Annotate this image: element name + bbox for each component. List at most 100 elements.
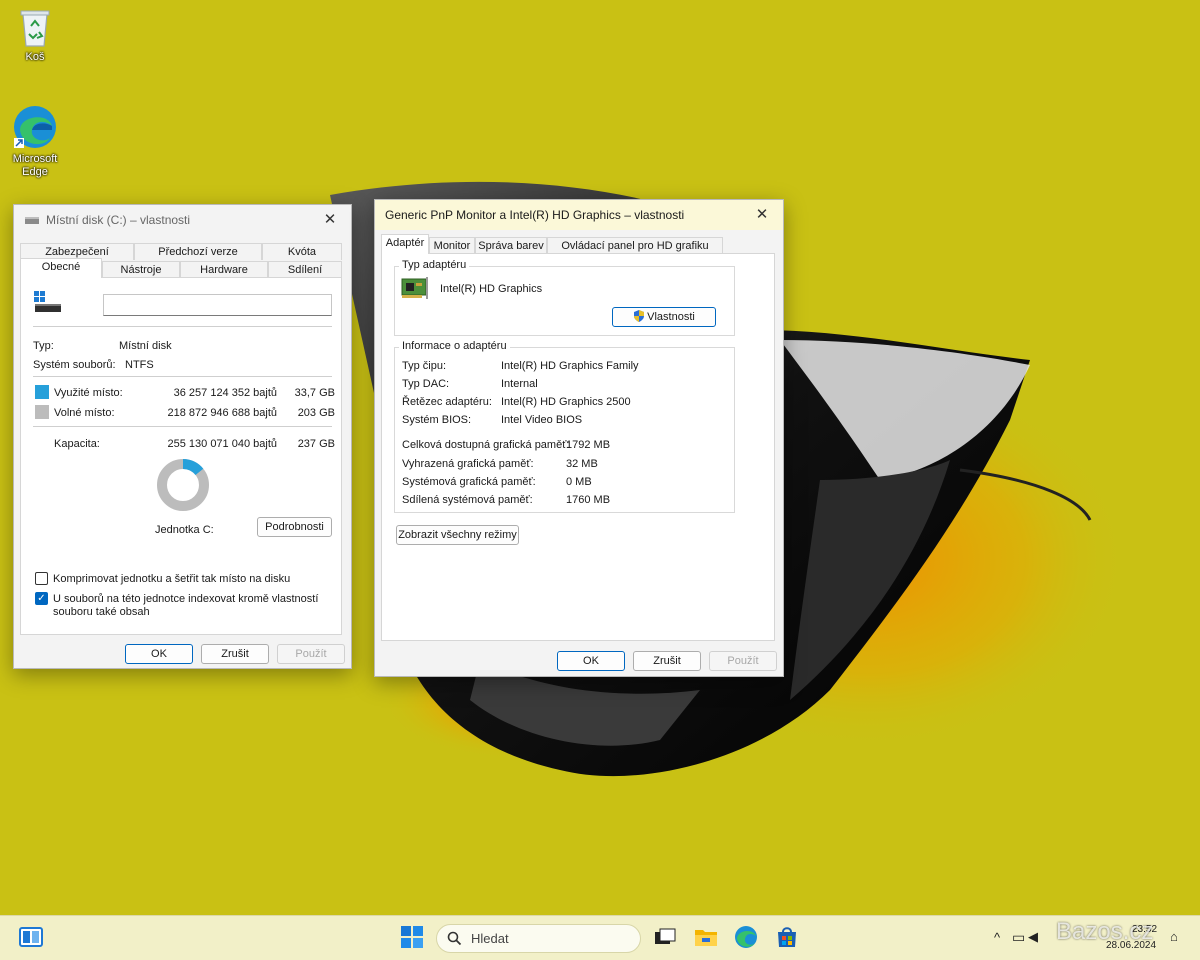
graphics-card-icon bbox=[400, 275, 430, 304]
edge-icon[interactable] bbox=[733, 924, 761, 952]
memory-label-total: Celková dostupná grafická paměť: bbox=[402, 439, 570, 451]
drive-letter-label: Jednotka C: bbox=[155, 524, 214, 536]
free-space-swatch bbox=[35, 405, 49, 419]
chevron-up-icon[interactable]: ^ bbox=[994, 930, 1000, 945]
window-title: Místní disk (C:) – vlastnosti bbox=[46, 213, 191, 227]
desktop-icon-label: Koš bbox=[25, 51, 45, 63]
drive-large-icon bbox=[33, 290, 63, 317]
network-icon[interactable]: ▭ bbox=[1012, 929, 1025, 946]
capacity-gb: 237 GB bbox=[297, 438, 335, 450]
info-value-adapter-string: Intel(R) HD Graphics 2500 bbox=[501, 396, 631, 408]
volume-icon[interactable]: ◀ bbox=[1028, 929, 1038, 945]
used-space-swatch bbox=[35, 385, 49, 399]
info-label-bios: Systém BIOS: bbox=[402, 414, 472, 426]
apply-button[interactable]: Použít bbox=[709, 651, 777, 671]
info-value-dac: Internal bbox=[501, 378, 538, 390]
cancel-button[interactable]: Zrušit bbox=[201, 644, 269, 664]
tab-kvota[interactable]: Kvóta bbox=[262, 243, 342, 260]
group-title: Typ adaptéru bbox=[399, 259, 470, 271]
used-space-bytes: 36 257 124 352 bajtů bbox=[173, 387, 277, 399]
compress-checkbox[interactable] bbox=[35, 572, 48, 585]
compress-label[interactable]: Komprimovat jednotku a šetřit tak místo … bbox=[53, 573, 290, 585]
type-label: Typ: bbox=[33, 340, 54, 352]
ok-button[interactable]: OK bbox=[557, 651, 625, 671]
adapter-properties-window: Generic PnP Monitor a Intel(R) HD Graphi… bbox=[374, 199, 784, 677]
title-bar[interactable]: Místní disk (C:) – vlastnosti ✕ bbox=[14, 205, 351, 235]
memory-value-dedicated: 32 MB bbox=[566, 458, 598, 470]
tab-color-management[interactable]: Správa barev bbox=[475, 237, 547, 254]
notification-bell-icon[interactable]: ⌂ bbox=[1170, 929, 1178, 944]
details-button[interactable]: Podrobnosti bbox=[257, 517, 332, 537]
adapter-name: Intel(R) HD Graphics bbox=[440, 283, 543, 295]
desktop-icon-recycle-bin[interactable]: Koš bbox=[0, 8, 70, 64]
tab-monitor[interactable]: Monitor bbox=[429, 237, 475, 254]
group-title: Informace o adaptéru bbox=[399, 340, 510, 352]
tab-intel-control-panel[interactable]: Ovládací panel pro HD grafiku Intel® bbox=[547, 237, 723, 268]
taskbar: Hledat ^ ▭ ◀ 23:52 28.06.2024 ⌂ Bazos.cz bbox=[0, 915, 1200, 960]
shield-icon bbox=[633, 310, 645, 322]
drive-name-input[interactable] bbox=[103, 294, 332, 316]
capacity-label: Kapacita: bbox=[54, 438, 100, 450]
tab-sdileni[interactable]: Sdílení bbox=[268, 261, 342, 278]
window-title: Generic PnP Monitor a Intel(R) HD Graphi… bbox=[385, 208, 685, 222]
capacity-bytes: 255 130 071 040 bajtů bbox=[167, 438, 278, 450]
memory-value-shared: 1760 MB bbox=[566, 494, 611, 506]
title-bar[interactable]: Generic PnP Monitor a Intel(R) HD Graphi… bbox=[375, 200, 783, 230]
filesystem-value: NTFS bbox=[125, 359, 154, 371]
start-icon[interactable] bbox=[399, 924, 427, 952]
filesystem-label: Systém souborů: bbox=[33, 359, 116, 371]
adapter-properties-button[interactable]: Vlastnosti bbox=[612, 307, 716, 327]
button-label: Vlastnosti bbox=[647, 311, 695, 323]
info-label-dac: Typ DAC: bbox=[402, 378, 450, 390]
task-view-icon[interactable] bbox=[652, 924, 680, 952]
disk-usage-donut bbox=[157, 459, 209, 511]
info-value-bios: Intel Video BIOS bbox=[501, 414, 583, 426]
divider bbox=[33, 326, 332, 327]
memory-value-total: 1792 MB bbox=[566, 439, 611, 451]
desktop-icon-label: Microsoft Edge bbox=[12, 153, 58, 178]
index-label-line1[interactable]: U souborů na této jednotce indexovat kro… bbox=[53, 593, 318, 605]
memory-label-shared: Sdílená systémová paměť: bbox=[402, 494, 533, 506]
free-space-label: Volné místo: bbox=[54, 407, 115, 419]
search-box[interactable]: Hledat bbox=[436, 924, 641, 953]
edge-icon bbox=[14, 106, 56, 148]
watermark: Bazos.cz bbox=[1056, 918, 1154, 945]
close-button[interactable]: ✕ bbox=[751, 204, 773, 226]
memory-label-dedicated: Vyhrazená grafická paměť: bbox=[402, 458, 534, 470]
memory-value-system: 0 MB bbox=[566, 476, 592, 488]
adapter-info-group: Informace o adaptéru Typ čipu: Intel(R) … bbox=[394, 340, 735, 513]
ok-button[interactable]: OK bbox=[125, 644, 193, 664]
info-label-chip: Typ čipu: bbox=[402, 360, 447, 372]
memory-label-system: Systémová grafická paměť: bbox=[402, 476, 536, 488]
recycle-bin-icon bbox=[20, 10, 50, 47]
general-tab-panel: Typ: Místní disk Systém souborů: NTFS Vy… bbox=[20, 277, 342, 635]
list-all-modes-button[interactable]: Zobrazit všechny režimy bbox=[396, 525, 519, 545]
index-label-line2[interactable]: souboru také obsah bbox=[53, 606, 150, 618]
type-value: Místní disk bbox=[119, 340, 172, 352]
store-icon[interactable] bbox=[774, 924, 802, 952]
drive-icon bbox=[24, 214, 40, 226]
adapter-tab-panel: Typ adaptéru Intel(R) HD Graphics Vlastn… bbox=[381, 253, 775, 641]
tab-adapter[interactable]: Adaptér bbox=[381, 234, 429, 254]
tab-predchozi-verze[interactable]: Předchozí verze bbox=[134, 243, 262, 260]
index-checkbox[interactable]: ✓ bbox=[35, 592, 48, 605]
tab-nastroje[interactable]: Nástroje bbox=[102, 261, 180, 278]
cancel-button[interactable]: Zrušit bbox=[633, 651, 701, 671]
free-space-bytes: 218 872 946 688 bajtů bbox=[167, 407, 278, 419]
divider bbox=[33, 376, 332, 377]
tab-hardware[interactable]: Hardware bbox=[180, 261, 268, 278]
free-space-gb: 203 GB bbox=[297, 407, 335, 419]
info-value-chip: Intel(R) HD Graphics Family bbox=[501, 360, 639, 372]
search-placeholder: Hledat bbox=[471, 931, 509, 946]
apply-button[interactable]: Použít bbox=[277, 644, 345, 664]
disk-properties-window: Místní disk (C:) – vlastnosti ✕ Zabezpeč… bbox=[13, 204, 352, 669]
file-explorer-icon[interactable] bbox=[693, 924, 721, 952]
search-icon bbox=[447, 931, 462, 949]
info-label-adapter-string: Řetězec adaptéru: bbox=[402, 396, 492, 408]
divider bbox=[33, 426, 332, 427]
widgets-icon[interactable] bbox=[18, 924, 46, 952]
used-space-label: Využité místo: bbox=[54, 387, 123, 399]
desktop-icon-edge[interactable]: Microsoft Edge bbox=[0, 104, 70, 179]
close-button[interactable]: ✕ bbox=[319, 209, 341, 231]
tab-obecne[interactable]: Obecné bbox=[20, 258, 102, 278]
